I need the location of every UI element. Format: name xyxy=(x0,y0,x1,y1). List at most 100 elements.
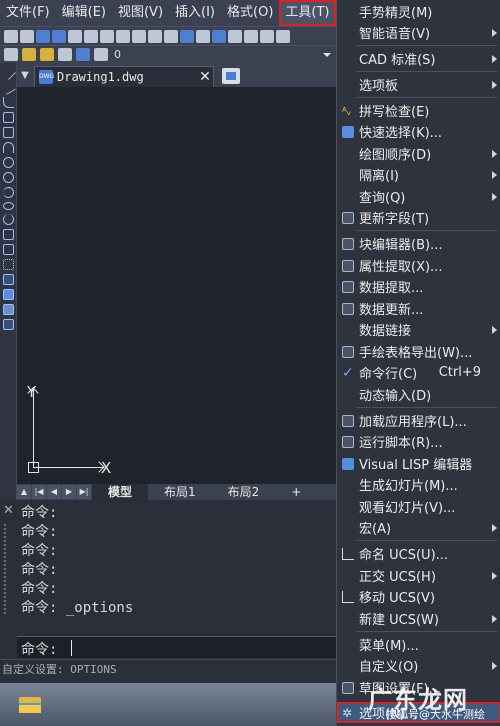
arc-icon[interactable] xyxy=(3,142,14,153)
menu-item-draw-order[interactable]: 绘图顺序(D) xyxy=(337,143,500,164)
hatch-icon[interactable] xyxy=(3,274,14,285)
publish-icon[interactable] xyxy=(100,29,114,43)
menu-item-make-slide[interactable]: 生成幻灯片(M)... xyxy=(337,474,500,495)
menu-item-view-slide[interactable]: 观看幻灯片(V)... xyxy=(337,496,500,517)
menu-item-cad-standards[interactable]: CAD 标准(S) xyxy=(337,48,500,69)
menu-item-quick-select[interactable]: 快速选择(K)... xyxy=(337,121,500,142)
tab-layout2[interactable]: 布局2 xyxy=(212,484,276,500)
drawing-canvas[interactable]: Y X xyxy=(17,87,336,484)
print-preview-icon[interactable] xyxy=(84,29,98,43)
zoom-window-icon[interactable] xyxy=(276,29,290,43)
menu-item-attribute-extract[interactable]: 属性提取(X)... xyxy=(337,255,500,276)
menu-item-run-script[interactable]: 运行脚本(R)... xyxy=(337,431,500,452)
lightbulb-icon[interactable] xyxy=(22,48,36,61)
redo-icon[interactable] xyxy=(212,29,226,43)
undo-dropdown-icon[interactable] xyxy=(196,29,210,43)
menu-item-load-application[interactable]: 加载应用程序(L)... xyxy=(337,410,500,431)
menu-item-data-update[interactable]: 数据更新... xyxy=(337,298,500,319)
rectangle-icon[interactable] xyxy=(3,127,14,138)
menu-item-gesture[interactable]: 手势精灵(M) xyxy=(337,1,500,22)
print-icon[interactable] xyxy=(68,29,82,43)
menu-item-sketch-table-export[interactable]: 手绘表格导出(W)... xyxy=(337,341,500,362)
menu-item-voice[interactable]: 智能语音(V) xyxy=(337,22,500,43)
lock-icon[interactable] xyxy=(58,48,72,61)
menu-item-spell-check[interactable]: ᴬᵥ 拼写检查(E) xyxy=(337,100,500,121)
menu-item-inquiry[interactable]: 查询(Q) xyxy=(337,186,500,207)
mtext-icon[interactable] xyxy=(3,319,14,330)
point-icon[interactable] xyxy=(3,259,14,270)
menu-item-new-ucs[interactable]: 新建 UCS(W) xyxy=(337,608,500,629)
tab-layout1[interactable]: 布局1 xyxy=(148,484,212,500)
menu-item-isolate[interactable]: 隔离(I) xyxy=(337,164,500,185)
save-as-icon[interactable] xyxy=(52,29,66,43)
menu-item-update-fields[interactable]: 更新字段(T) xyxy=(337,207,500,228)
menu-item-palettes[interactable]: 选项板 xyxy=(337,74,500,95)
revision-cloud-icon[interactable] xyxy=(3,172,14,183)
next-icon[interactable]: ▶ xyxy=(62,485,76,499)
make-block-icon[interactable] xyxy=(3,244,14,255)
redo-dropdown-icon[interactable] xyxy=(228,29,242,43)
open-file-icon[interactable] xyxy=(20,29,34,43)
layer-square-icon[interactable] xyxy=(94,48,108,61)
layer-color-icon[interactable] xyxy=(76,48,90,61)
menu-file[interactable]: 文件(F) xyxy=(0,0,56,26)
close-icon[interactable]: ✕ xyxy=(3,503,14,518)
ellipse-arc-icon[interactable] xyxy=(3,214,14,225)
menu-item-data-links[interactable]: 数据链接 xyxy=(337,319,500,340)
close-icon[interactable]: ✕ xyxy=(197,69,213,85)
document-tab-drawing1[interactable]: DWG Drawing1.dwg ✕ xyxy=(34,66,214,87)
command-input[interactable]: 命令: xyxy=(17,636,336,658)
construction-line-icon[interactable] xyxy=(0,79,17,96)
tools-dropdown-menu: 手势精灵(M) 智能语音(V) CAD 标准(S) 选项板 ᴬᵥ 拼写检查(E) … xyxy=(336,0,500,726)
copy-icon[interactable] xyxy=(132,29,146,43)
chevron-down-icon[interactable] xyxy=(320,49,334,61)
gradient-icon[interactable] xyxy=(3,289,14,300)
menu-item-macro[interactable]: 宏(A) xyxy=(337,517,500,538)
polyline-icon[interactable] xyxy=(3,97,14,108)
prev-layout-icon[interactable]: |◀ xyxy=(32,485,46,499)
layer-manager-icon[interactable] xyxy=(4,48,18,61)
first-layout-icon[interactable]: ▲ xyxy=(17,485,31,499)
save-icon[interactable] xyxy=(36,29,50,43)
menu-item-visual-lisp[interactable]: Visual LISP 编辑器 xyxy=(337,453,500,474)
menu-item-named-ucs[interactable]: 命名 UCS(U)... xyxy=(337,543,500,564)
spline-icon[interactable] xyxy=(3,187,14,198)
insert-block-icon[interactable] xyxy=(3,229,14,240)
drag-handle-icon[interactable] xyxy=(4,524,14,614)
table-icon[interactable] xyxy=(3,304,14,315)
new-file-icon[interactable] xyxy=(4,29,18,43)
menu-item-menu[interactable]: 菜单(M)... xyxy=(337,634,500,655)
undo-icon[interactable] xyxy=(180,29,194,43)
menu-item-block-editor[interactable]: 块编辑器(B)... xyxy=(337,233,500,254)
paste-icon[interactable] xyxy=(148,29,162,43)
tab-model[interactable]: 模型 xyxy=(92,484,149,500)
zoom-realtime-icon[interactable] xyxy=(260,29,274,43)
match-properties-icon[interactable] xyxy=(164,29,178,43)
prev-icon[interactable]: ◀ xyxy=(47,485,61,499)
new-drawing-tab-button[interactable] xyxy=(222,68,240,84)
circle-icon[interactable] xyxy=(3,157,14,168)
ellipse-icon[interactable] xyxy=(3,202,14,210)
menu-item-move-ucs[interactable]: 移动 UCS(V) xyxy=(337,586,500,607)
layer-current-value[interactable]: 0 xyxy=(114,48,121,61)
menu-format[interactable]: 格式(O) xyxy=(221,0,279,26)
menu-insert[interactable]: 插入(I) xyxy=(169,0,221,26)
line-tool-icon[interactable] xyxy=(0,64,17,81)
menu-view[interactable]: 视图(V) xyxy=(112,0,169,26)
menu-item-dynamic-input[interactable]: 动态输入(D) xyxy=(337,384,500,405)
submenu-arrow-icon xyxy=(492,170,497,179)
menu-edit[interactable]: 编辑(E) xyxy=(56,0,112,26)
menu-item-orthographic-ucs[interactable]: 正交 UCS(H) xyxy=(337,565,500,586)
tab-list-chevron-icon[interactable]: ▼ xyxy=(17,63,33,87)
menu-item-data-extract[interactable]: 数据提取... xyxy=(337,276,500,297)
polygon-icon[interactable] xyxy=(3,112,14,123)
menu-item-command-line[interactable]: ✓ 命令行(C) Ctrl+9 xyxy=(337,362,500,383)
menu-item-customize[interactable]: 自定义(O) xyxy=(337,655,500,676)
folder-icon[interactable] xyxy=(19,695,41,713)
add-layout-button[interactable]: + xyxy=(275,484,317,500)
pan-icon[interactable] xyxy=(244,29,258,43)
sun-icon[interactable] xyxy=(40,48,54,61)
cut-icon[interactable] xyxy=(116,29,130,43)
menu-tools[interactable]: 工具(T) xyxy=(279,0,336,26)
last-layout-icon[interactable]: ▶| xyxy=(77,485,91,499)
